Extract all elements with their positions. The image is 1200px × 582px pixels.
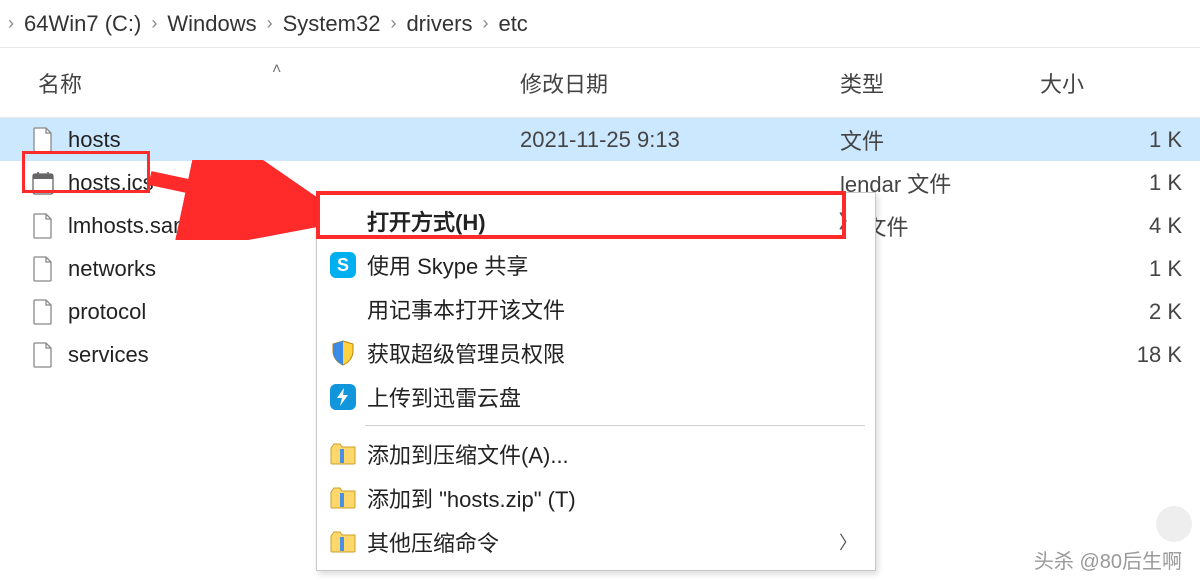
column-name-label: 名称 — [38, 72, 82, 97]
menu-item-label: 用记事本打开该文件 — [367, 293, 857, 325]
watermark-text: 头杀 @80后生啊 — [1034, 545, 1182, 574]
chevron-right-icon: › — [6, 13, 16, 34]
shield-icon — [319, 340, 367, 366]
menu-item[interactable]: 获取超级管理员权限 — [319, 331, 873, 375]
svg-text:S: S — [337, 255, 349, 275]
breadcrumb[interactable]: › 64Win7 (C:) › Windows › System32 › dri… — [0, 0, 1200, 48]
sort-asc-icon: ˄ — [272, 61, 281, 79]
menu-item-label: 打开方式(H) — [367, 205, 839, 237]
file-name: hosts.ics — [68, 170, 154, 196]
chevron-right-icon: 〉 — [839, 529, 857, 555]
crumb-drive[interactable]: 64Win7 (C:) — [16, 9, 149, 39]
column-type[interactable]: 类型 — [840, 67, 1040, 99]
crumb-system32[interactable]: System32 — [275, 9, 389, 39]
menu-item-label: 添加到 "hosts.zip" (T) — [367, 482, 857, 514]
crumb-windows[interactable]: Windows — [159, 9, 264, 39]
menu-item-label: 添加到压缩文件(A)... — [367, 438, 857, 470]
xunlei-icon — [319, 384, 367, 410]
chevron-right-icon: › — [265, 13, 275, 34]
menu-separator — [365, 425, 865, 426]
menu-item-label: 使用 Skype 共享 — [367, 249, 857, 281]
zip-icon — [319, 531, 367, 553]
menu-item[interactable]: 打开方式(H)〉 — [319, 199, 873, 243]
menu-item-label: 其他压缩命令 — [367, 526, 839, 558]
column-date[interactable]: 修改日期 — [520, 67, 840, 99]
file-type: 文件 — [840, 124, 1040, 156]
chevron-right-icon: › — [388, 13, 398, 34]
file-icon — [32, 298, 54, 326]
file-size: 2 K — [1040, 299, 1200, 325]
file-size: 4 K — [1040, 213, 1200, 239]
file-icon — [32, 169, 54, 197]
chevron-right-icon: 〉 — [839, 208, 857, 234]
menu-item[interactable]: 添加到 "hosts.zip" (T) — [319, 476, 873, 520]
zip-icon — [319, 443, 367, 465]
menu-item[interactable]: 添加到压缩文件(A)... — [319, 432, 873, 476]
file-name: hosts — [68, 127, 121, 153]
context-menu[interactable]: 打开方式(H)〉S使用 Skype 共享用记事本打开该文件获取超级管理员权限上传… — [316, 192, 876, 571]
skype-icon: S — [319, 252, 367, 278]
watermark-logo — [1156, 506, 1192, 542]
file-row[interactable]: hosts 2021-11-25 9:13文件1 K — [0, 118, 1200, 161]
column-headers: 名称 ˄ 修改日期 类型 大小 — [0, 48, 1200, 118]
file-icon — [32, 341, 54, 369]
chevron-right-icon: › — [149, 13, 159, 34]
file-icon — [32, 255, 54, 283]
menu-item[interactable]: 用记事本打开该文件 — [319, 287, 873, 331]
file-size: 1 K — [1040, 170, 1200, 196]
file-size: 1 K — [1040, 127, 1200, 153]
file-icon — [32, 212, 54, 240]
file-size: 1 K — [1040, 256, 1200, 282]
file-date: 2021-11-25 9:13 — [520, 127, 840, 153]
file-name: lmhosts.sam — [68, 213, 191, 239]
column-name[interactable]: 名称 ˄ — [0, 67, 520, 99]
crumb-drivers[interactable]: drivers — [398, 9, 480, 39]
file-name: protocol — [68, 299, 146, 325]
crumb-etc[interactable]: etc — [490, 9, 535, 39]
column-size[interactable]: 大小 — [1040, 67, 1200, 99]
file-name: networks — [68, 256, 156, 282]
zip-icon — [319, 487, 367, 509]
file-size: 18 K — [1040, 342, 1200, 368]
menu-item[interactable]: 上传到迅雷云盘 — [319, 375, 873, 419]
menu-item[interactable]: S 使用 Skype 共享 — [319, 243, 873, 287]
file-icon — [32, 126, 54, 154]
chevron-right-icon: › — [480, 13, 490, 34]
menu-item[interactable]: 其他压缩命令〉 — [319, 520, 873, 564]
menu-item-label: 获取超级管理员权限 — [367, 337, 857, 369]
file-name: services — [68, 342, 149, 368]
menu-item-label: 上传到迅雷云盘 — [367, 381, 857, 413]
